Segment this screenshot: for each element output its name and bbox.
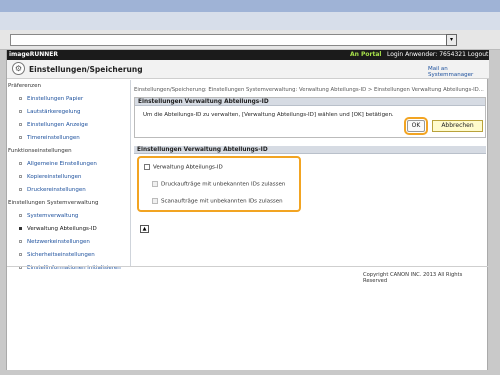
top-header-bar: imageRUNNER An Portal Login Anwender: 76… [7,50,489,60]
settings-panel: Einstellungen Verwaltung Abteilungs-ID [134,146,486,154]
confirm-panel-title: Einstellungen Verwaltung Abteilungs-ID [135,98,485,106]
options-highlight: Verwaltung Abteilungs-ID Druckaufträge m… [137,156,301,212]
sidebar-item-display[interactable]: Einstellungen Anzeige [19,122,88,128]
sidebar-item-paper[interactable]: Einstellungen Papier [19,96,83,102]
option-scan-unknown-ids[interactable]: Scanaufträge mit unbekannten IDs zulasse… [152,198,283,205]
bullet-icon [19,214,22,217]
address-dropdown-icon[interactable]: ▾ [446,34,457,46]
option-department-id[interactable]: Verwaltung Abteilungs-ID [144,164,223,171]
main-content: Einstellungen/Speicherung: Einstellungen… [131,80,489,266]
screen: ▾ imageRUNNER An Portal Login Anwender: … [0,0,500,375]
bullet-icon [19,188,22,191]
mail-admin-link[interactable]: Mail an Systemmanager [428,66,487,78]
ok-button[interactable]: OK [404,117,428,135]
sidebar-section-functions: Funktionseinstellungen [8,148,72,154]
print-unknown-ids-checkbox[interactable] [152,181,158,187]
confirm-message: Um die Abteilungs-ID zu verwalten, [Verw… [143,112,394,118]
bullet-icon [19,97,22,100]
department-id-checkbox[interactable] [144,164,150,170]
sidebar-item-timer[interactable]: Timereinstellungen [19,135,80,141]
sidebar-item-copy[interactable]: Kopiereinstellungen [19,174,81,180]
sidebar-section-system: Einstellungen Systemverwaltung [8,200,99,206]
sidebar: Präferenzen Einstellungen Papier Lautstä… [7,80,131,271]
sidebar-item-printer[interactable]: Druckereinstellungen [19,187,86,193]
bullet-icon [19,253,22,256]
browser-tab-strip [0,12,500,30]
sidebar-section-preferences: Präferenzen [8,83,41,89]
scan-unknown-ids-checkbox[interactable] [152,198,158,204]
remote-ui-window: imageRUNNER An Portal Login Anwender: 76… [6,50,489,370]
login-info[interactable]: Login Anwender: 7654321 Logout [387,51,488,58]
settings-panel-title: Einstellungen Verwaltung Abteilungs-ID [134,146,486,154]
breadcrumb: Einstellungen/Speicherung: Einstellungen… [134,87,484,93]
bullet-icon [19,136,22,139]
bullet-icon [19,175,22,178]
sidebar-item-volume[interactable]: Lautstärkeregelung [19,109,81,115]
confirm-panel: Einstellungen Verwaltung Abteilungs-ID U… [134,97,486,138]
bullet-icon [19,162,22,165]
brand-logo: imageRUNNER [9,51,58,58]
sidebar-item-system-management[interactable]: Systemverwaltung [19,213,78,219]
sidebar-item-department-id[interactable]: Verwaltung Abteilungs-ID [19,226,97,232]
copyright-text: Copyright CANON INC. 2013 All Rights Res… [363,272,463,284]
address-input[interactable] [10,34,456,46]
portal-link[interactable]: An Portal [350,51,381,58]
sidebar-item-general[interactable]: Allgemeine Einstellungen [19,161,97,167]
scroll-top-icon[interactable]: ▲ [140,225,149,233]
option-print-unknown-ids[interactable]: Druckaufträge mit unbekannten IDs zulass… [152,181,285,188]
bullet-icon [19,240,22,243]
bullet-icon [19,110,22,113]
settings-icon: ⚙ [12,62,25,75]
page-title: Einstellungen/Speicherung [29,65,143,74]
sidebar-item-network[interactable]: Netzwerkeinstellungen [19,239,90,245]
cancel-button[interactable]: Abbrechen [432,120,483,132]
bullet-icon [19,123,22,126]
sidebar-item-security[interactable]: Sicherheitseinstellungen [19,252,95,258]
bullet-icon [19,227,22,230]
